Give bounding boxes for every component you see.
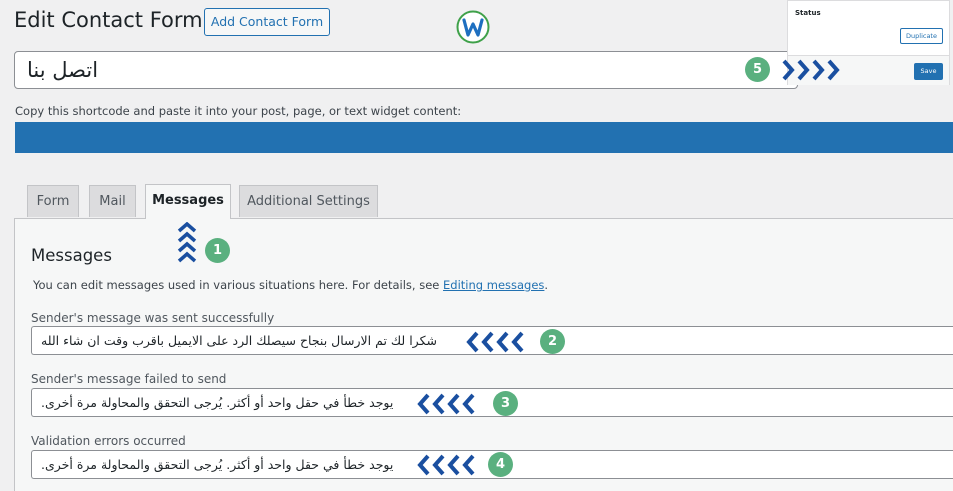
field-label-mail-sent-ng: Sender's message failed to send	[31, 372, 227, 386]
add-contact-form-button[interactable]: Add Contact Form	[204, 8, 330, 36]
shortcode-hint: Copy this shortcode and paste it into yo…	[15, 104, 462, 118]
form-title-input[interactable]: اتصل بنا	[14, 51, 798, 89]
messages-description: You can edit messages used in various si…	[33, 278, 548, 292]
editing-messages-link[interactable]: Editing messages	[443, 278, 544, 292]
tab-messages[interactable]: Messages	[145, 184, 231, 219]
tab-mail[interactable]: Mail	[89, 185, 136, 217]
chevron-left-arrows-icon	[417, 454, 475, 476]
annotation-badge-1: 1	[205, 238, 230, 263]
tab-additional-settings[interactable]: Additional Settings	[239, 185, 378, 217]
site-logo	[456, 10, 490, 44]
chevron-up-arrows-icon	[177, 222, 197, 263]
tab-form[interactable]: Form	[27, 185, 79, 217]
annotation-badge-3: 3	[493, 391, 518, 416]
status-title: Status	[795, 9, 821, 17]
chevron-left-arrows-icon	[417, 393, 475, 415]
annotation-badge-4: 4	[488, 452, 513, 477]
form-title-value: اتصل بنا	[27, 58, 99, 82]
shortcode-field[interactable]	[15, 122, 953, 153]
field-label-validation-error: Validation errors occurred	[31, 434, 186, 448]
description-end: .	[544, 278, 549, 292]
mail-sent-ng-input[interactable]: يوجد خطأ في حقل واحد أو أكثر. يُرجى التح…	[31, 388, 953, 417]
chevron-right-arrows-icon	[782, 59, 840, 81]
annotation-badge-5: 5	[745, 57, 770, 82]
save-button[interactable]: Save	[914, 63, 943, 80]
field-label-mail-sent-ok: Sender's message was sent successfully	[31, 311, 275, 325]
messages-heading: Messages	[31, 246, 112, 265]
annotation-badge-2: 2	[540, 329, 565, 354]
duplicate-button[interactable]: Duplicate	[900, 28, 943, 44]
description-text: You can edit messages used in various si…	[33, 278, 440, 292]
page-title: Edit Contact Form	[14, 8, 203, 32]
chevron-left-arrows-icon	[466, 331, 524, 353]
